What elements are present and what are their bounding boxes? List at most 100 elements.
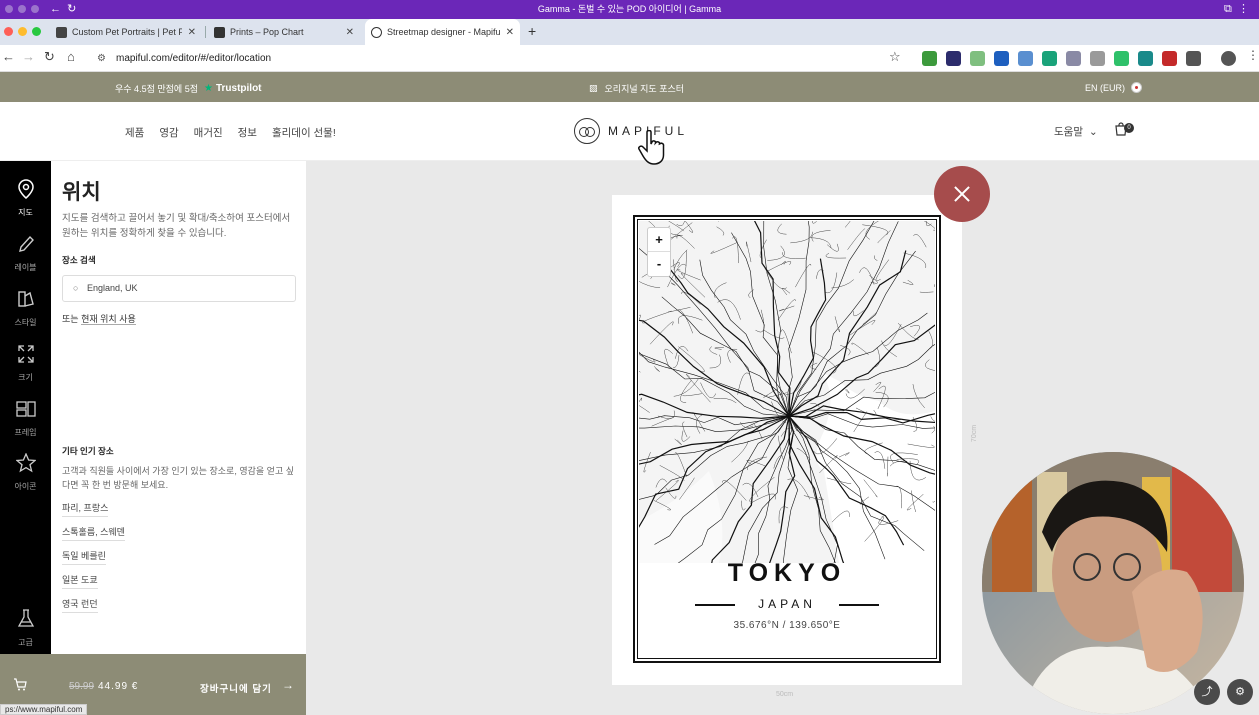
flask-icon	[17, 609, 34, 627]
rail-item-map[interactable]: 지도	[0, 179, 51, 220]
puzzle-icon[interactable]	[1186, 51, 1201, 66]
zoom-in-button[interactable]: +	[648, 228, 670, 252]
editor-icon-rail: 지도 레이블 스타일 크기 프레임 아이콘 고급	[0, 161, 51, 654]
extension-icon[interactable]	[946, 51, 961, 66]
status-bar-url: ps://www.mapiful.com	[0, 704, 88, 715]
popular-place-link[interactable]: 스톡홀름, 스웨덴	[62, 525, 125, 541]
popular-place-link[interactable]: 일본 도쿄	[62, 573, 98, 589]
rail-item-advanced[interactable]: 고급	[0, 609, 51, 650]
popular-place-link[interactable]: 파리, 프랑스	[62, 501, 109, 517]
nav-item-products[interactable]: 제품	[125, 125, 144, 140]
mapiful-logo[interactable]: MAPIFUL	[574, 118, 688, 144]
extension-icon[interactable]	[922, 51, 937, 66]
add-to-cart-button[interactable]: 장바구니에 담기	[200, 681, 272, 695]
extensions-icon[interactable]: ⧉ ⋮	[1224, 0, 1249, 19]
tab-mapiful[interactable]: Streetmap designer - Mapiful ✕	[365, 19, 520, 45]
extension-icon[interactable]	[1162, 51, 1177, 66]
current-location-row: 또는 현재 위치 사용	[62, 314, 136, 325]
trustpilot-badge[interactable]: ★ Trustpilot	[204, 83, 262, 94]
hand-cursor-icon	[638, 130, 665, 165]
profile-avatar[interactable]	[1221, 51, 1236, 66]
extension-icon[interactable]	[1066, 51, 1081, 66]
use-current-location-link[interactable]: 현재 위치 사용	[81, 314, 136, 325]
nav-item-inspiration[interactable]: 영감	[159, 125, 178, 140]
extension-icons	[922, 51, 1201, 66]
expand-icon	[17, 345, 34, 363]
main-nav: 제품 영감 매거진 정보 홀리데이 선물!	[125, 125, 336, 140]
popular-place-link[interactable]: 독일 베를린	[62, 549, 106, 565]
rail-item-labels[interactable]: 레이블	[0, 234, 51, 275]
tab-favicon	[56, 26, 67, 38]
chevron-down-icon: ⌄	[1085, 126, 1098, 138]
window-title-bar: ← ↻ Gamma - 돈벌 수 있는 POD 아이디어 | Gamma ⧉ ⋮	[0, 0, 1259, 19]
rail-item-frame[interactable]: 프레임	[0, 399, 51, 440]
popular-places-list: 파리, 프랑스 스톡홀름, 스웨덴 독일 베를린 일본 도쿄 영국 런던	[62, 501, 125, 621]
webcam-overlay	[982, 452, 1244, 714]
bookmark-star-icon[interactable]: ☆	[889, 49, 901, 65]
flag-icon	[1131, 82, 1142, 93]
site-info-icon[interactable]: ⚙	[97, 48, 106, 69]
width-dimension-label: 50cm	[776, 691, 794, 698]
extension-icon[interactable]	[1114, 51, 1129, 66]
help-menu[interactable]: 도움말 ⌄	[1054, 124, 1098, 139]
street-map[interactable]: + -	[639, 221, 935, 563]
home-icon[interactable]: ⌂	[67, 49, 75, 64]
currency-selector[interactable]: EN (EUR)	[1085, 82, 1142, 93]
street-map-graphic	[639, 221, 935, 563]
new-tab-icon[interactable]: +	[528, 23, 536, 39]
popular-places-title: 기타 인기 장소	[62, 446, 114, 456]
rail-item-size[interactable]: 크기	[0, 344, 51, 385]
share-icon[interactable]: ⤴	[1194, 679, 1220, 705]
tab-favicon	[214, 26, 225, 38]
forward-icon[interactable]: →	[22, 49, 35, 64]
cart-count-badge: 0	[1124, 123, 1134, 133]
url-field[interactable]: ⚙ mapiful.com/editor/#/editor/location	[90, 48, 910, 69]
poster-coordinates: 35.676°N / 139.650°E	[733, 620, 841, 631]
tab-pet-portraits[interactable]: Custom Pet Portraits | Pet Pi ✕	[50, 19, 202, 45]
place-search-input[interactable]: ○ England, UK	[62, 275, 296, 302]
star-icon	[15, 453, 36, 473]
close-tab-icon[interactable]: ✕	[506, 27, 514, 38]
poster-frame: + - TOKYO JAPAN 35.676°N / 139.650°E	[633, 215, 941, 663]
pencil-icon	[18, 235, 34, 252]
close-tab-icon[interactable]: ✕	[346, 27, 354, 38]
window-title: Gamma - 돈벌 수 있는 POD 아이디어 | Gamma	[537, 4, 722, 14]
link-icon[interactable]	[1018, 51, 1033, 66]
reload-icon[interactable]: ↻	[44, 49, 55, 65]
frame-icon	[15, 401, 36, 417]
promo-center-text: 오리지널 지도 포스터	[604, 84, 685, 94]
extension-icon[interactable]	[1042, 51, 1057, 66]
traffic-lights[interactable]	[4, 27, 41, 36]
trustpilot-star-icon: ★	[203, 83, 213, 94]
promo-bar: 우수 4.5점 만점에 5점 ★ Trustpilot ▧ 오리지널 지도 포스터…	[0, 72, 1259, 102]
close-preview-button[interactable]	[934, 166, 990, 222]
back-icon[interactable]: ←	[2, 49, 15, 64]
map-pin-icon	[17, 179, 34, 199]
tab-pop-chart[interactable]: Prints – Pop Chart ✕	[208, 19, 360, 45]
rail-item-icons[interactable]: 아이콘	[0, 453, 51, 494]
extension-icon[interactable]	[1138, 51, 1153, 66]
settings-gear-icon[interactable]: ⚙	[1227, 679, 1253, 705]
tab-favicon	[371, 26, 382, 38]
poster-city-title: TOKYO	[727, 559, 847, 587]
rail-item-style[interactable]: 스타일	[0, 289, 51, 330]
panel-description: 지도를 검색하고 끌어서 놓기 및 확대/축소하여 포스터에서 원하는 위치를 …	[62, 213, 291, 239]
browser-menu-icon[interactable]: ⋮	[1247, 48, 1259, 62]
extension-icon[interactable]	[970, 51, 985, 66]
popular-places-description: 고객과 직원들 사이에서 가장 인기 있는 장소로, 영감을 얻고 싶다면 꼭 …	[62, 466, 295, 490]
sale-price: 44.99 €	[98, 681, 139, 692]
gift-icon: ▧	[589, 83, 598, 93]
extension-icon[interactable]	[994, 51, 1009, 66]
zoom-out-button[interactable]: -	[648, 252, 670, 276]
nav-item-holiday-gift[interactable]: 홀리데이 선물!	[272, 125, 336, 140]
nav-item-magazine[interactable]: 매거진	[194, 125, 223, 140]
map-zoom-controls: + -	[647, 227, 671, 277]
popular-place-link[interactable]: 영국 런던	[62, 597, 98, 613]
arrow-right-icon[interactable]: →	[282, 678, 294, 692]
back-forward-icon[interactable]: ← ↻	[50, 0, 76, 19]
palette-icon	[17, 291, 34, 307]
close-tab-icon[interactable]: ✕	[188, 27, 196, 38]
nav-item-info[interactable]: 정보	[238, 125, 257, 140]
extension-icon[interactable]	[1090, 51, 1105, 66]
window-controls[interactable]	[5, 5, 39, 13]
